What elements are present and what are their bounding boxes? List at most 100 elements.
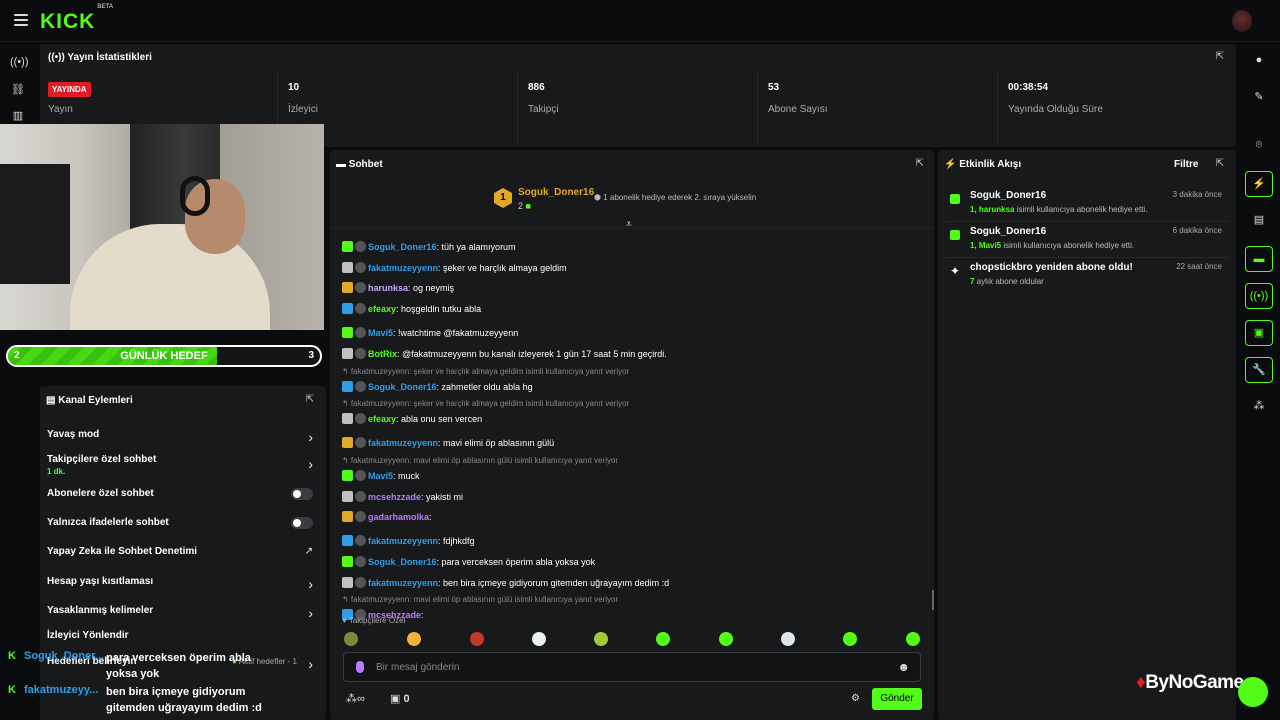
activity-icon[interactable]: ⚡ [1245, 171, 1273, 197]
emote[interactable] [656, 632, 670, 646]
send-button[interactable]: Gönder [872, 688, 922, 710]
chat-text: : muck [393, 470, 420, 481]
account-age-row[interactable]: Hesap yaşı kısıtlaması › [47, 576, 319, 592]
settings-icon[interactable]: ⚙ [851, 693, 860, 704]
emote[interactable] [719, 632, 733, 646]
support-chat-icon[interactable] [1238, 677, 1268, 707]
badge-icon [355, 511, 366, 523]
rank-badge: 1 [494, 188, 512, 208]
chart-icon[interactable]: ▥ [10, 108, 26, 124]
dashboard: KICKBETA ((•)) ⛓ ▥ ● ✎ ⌾ ⚡ ▤ ▬ ((•)) ▣ 🔧… [0, 0, 1280, 720]
chat-username[interactable]: BotRix [368, 349, 397, 359]
emote-bar: ♥ Takipçilere Özel [330, 616, 934, 652]
emote[interactable] [344, 632, 358, 646]
chat-username[interactable]: efeaxy [368, 304, 396, 314]
chat-message: efeaxy: abla onu sen vercen [342, 412, 482, 426]
document-icon[interactable]: ▤ [1245, 208, 1273, 234]
stat-live-label: Yayın [48, 104, 73, 115]
chat-text: : ben bira içmeye gidiyorum gitemden uğr… [438, 577, 670, 588]
emote[interactable] [906, 632, 920, 646]
emoji-icon[interactable]: ☻ [897, 660, 910, 674]
activity-item: ✦ chopstickbro yeniden abone oldu! 22 sa… [950, 262, 1222, 286]
edit-icon[interactable]: ✎ [1245, 85, 1273, 111]
subscribers-only-toggle[interactable] [291, 488, 313, 500]
chat-text: : og neymiş [408, 283, 455, 294]
emote[interactable] [594, 632, 608, 646]
reply-context: ↰ fakatmuzeyyenn: mavi elimi öp ablasını… [342, 455, 619, 465]
expand-icon[interactable]: ⇱ [1216, 51, 1224, 62]
stream-icon[interactable]: ((•)) [1245, 283, 1273, 309]
pinned-user[interactable]: Soguk_Doner16 [518, 187, 594, 198]
chat-text: : yakisti mi [421, 491, 464, 502]
chat-text: : zahmetler oldu abla hg [436, 381, 533, 392]
subs-value: 53 [768, 82, 780, 93]
followers-value: 886 [528, 82, 545, 93]
emote[interactable] [470, 632, 484, 646]
chat-text: : abla onu sen vercen [396, 414, 483, 425]
emote[interactable] [843, 632, 857, 646]
chat-username[interactable]: Soguk_Doner16 [368, 242, 437, 252]
collapse-icon[interactable]: ⩡ [626, 219, 632, 230]
chat-text: : fdjhkdfg [438, 536, 475, 547]
chat-username[interactable]: Mavi5 [368, 471, 393, 481]
chat-username[interactable]: efeaxy [368, 414, 396, 424]
chat-icon[interactable]: ▬ [1245, 246, 1273, 272]
chat-input[interactable]: Bir mesaj gönderin ☻ [343, 652, 921, 682]
chat-bubble-icon: ▬ [336, 159, 349, 170]
layout-icon[interactable]: ▣ [1245, 320, 1273, 346]
chat-username[interactable]: fakatmuzeyyenn [368, 263, 438, 273]
info-icon[interactable]: ● [1245, 48, 1273, 74]
user-avatar[interactable] [1232, 10, 1252, 32]
camera-icon[interactable]: ⌾ [1245, 133, 1273, 159]
gift-box-icon: ▣ [390, 693, 404, 705]
chat-scrollbar[interactable] [932, 590, 934, 610]
menu-icon[interactable] [14, 14, 28, 26]
chat-username[interactable]: Soguk_Doner16 [368, 382, 437, 392]
live-badge: YAYINDA [48, 82, 91, 97]
chat-username[interactable]: fakatmuzeyyenn [368, 438, 438, 448]
ai-moderation-row[interactable]: Yapay Zeka ile Sohbet Denetimi ↗ [47, 546, 319, 557]
goal-target: 3 [308, 350, 314, 361]
chat-username[interactable]: Mavi5 [368, 328, 393, 338]
emote[interactable] [781, 632, 795, 646]
raid-row[interactable]: İzleyici Yönlendir [47, 630, 319, 641]
banned-words-row[interactable]: Yasaklanmış kelimeler › [47, 605, 319, 621]
expand-icon[interactable]: ⇱ [306, 394, 314, 405]
chat-username[interactable]: Soguk_Doner16 [368, 557, 437, 567]
badge-icon [342, 241, 353, 252]
badge-icon [342, 437, 353, 449]
mic-icon[interactable] [356, 661, 364, 673]
emote[interactable] [407, 632, 421, 646]
expand-icon[interactable]: ⇱ [916, 158, 924, 169]
chat-title: Sohbet [348, 159, 383, 170]
community-icon[interactable]: ⁂∞ [346, 692, 365, 705]
kick-logo[interactable]: KICKBETA [40, 4, 113, 34]
slow-mode-row[interactable]: Yavaş mod › [47, 429, 319, 445]
chat-message: Soguk_Doner16: para verceksen öperim abl… [342, 555, 595, 569]
chat-username[interactable]: fakatmuzeyyenn [368, 536, 438, 546]
badge-icon [342, 347, 353, 359]
broadcast-icon[interactable]: ((•)) [10, 54, 29, 70]
emote-only-toggle[interactable] [291, 517, 313, 529]
chat-message: BotRix: @fakatmuzeyyenn bu kanalı izleye… [342, 347, 667, 361]
chevron-right-icon: › [308, 429, 313, 445]
badge-icon [355, 303, 366, 315]
subscribers-only-row[interactable]: Abonelere özel sohbet [47, 488, 319, 500]
chat-username[interactable]: gadarhamolka [368, 512, 429, 522]
chat-username[interactable]: mcsehzzade [368, 492, 421, 502]
activity-item: Soguk_Doner16 3 dakika önce 1, harunksa … [946, 188, 1228, 222]
emote[interactable] [532, 632, 546, 646]
filter-button[interactable]: Filtre [1174, 159, 1198, 170]
badge-icon [342, 327, 353, 339]
wrench-icon[interactable]: 🔧 [1245, 357, 1273, 383]
emote-only-row[interactable]: Yalnızca ifadelerle sohbet [47, 517, 319, 529]
gift-icon [950, 230, 960, 240]
chat-username[interactable]: harunksa [368, 283, 408, 293]
expand-icon[interactable]: ⇱ [1216, 158, 1224, 169]
followers-only-row[interactable]: Takipçilere özel sohbet 1 dk. › [47, 454, 319, 476]
community-icon[interactable]: ⁂ [1245, 394, 1273, 420]
link-icon[interactable]: ⛓ [10, 82, 26, 98]
badge-icon [342, 535, 353, 547]
chat-username[interactable]: fakatmuzeyyenn [368, 578, 438, 588]
badge-icon [355, 437, 366, 449]
